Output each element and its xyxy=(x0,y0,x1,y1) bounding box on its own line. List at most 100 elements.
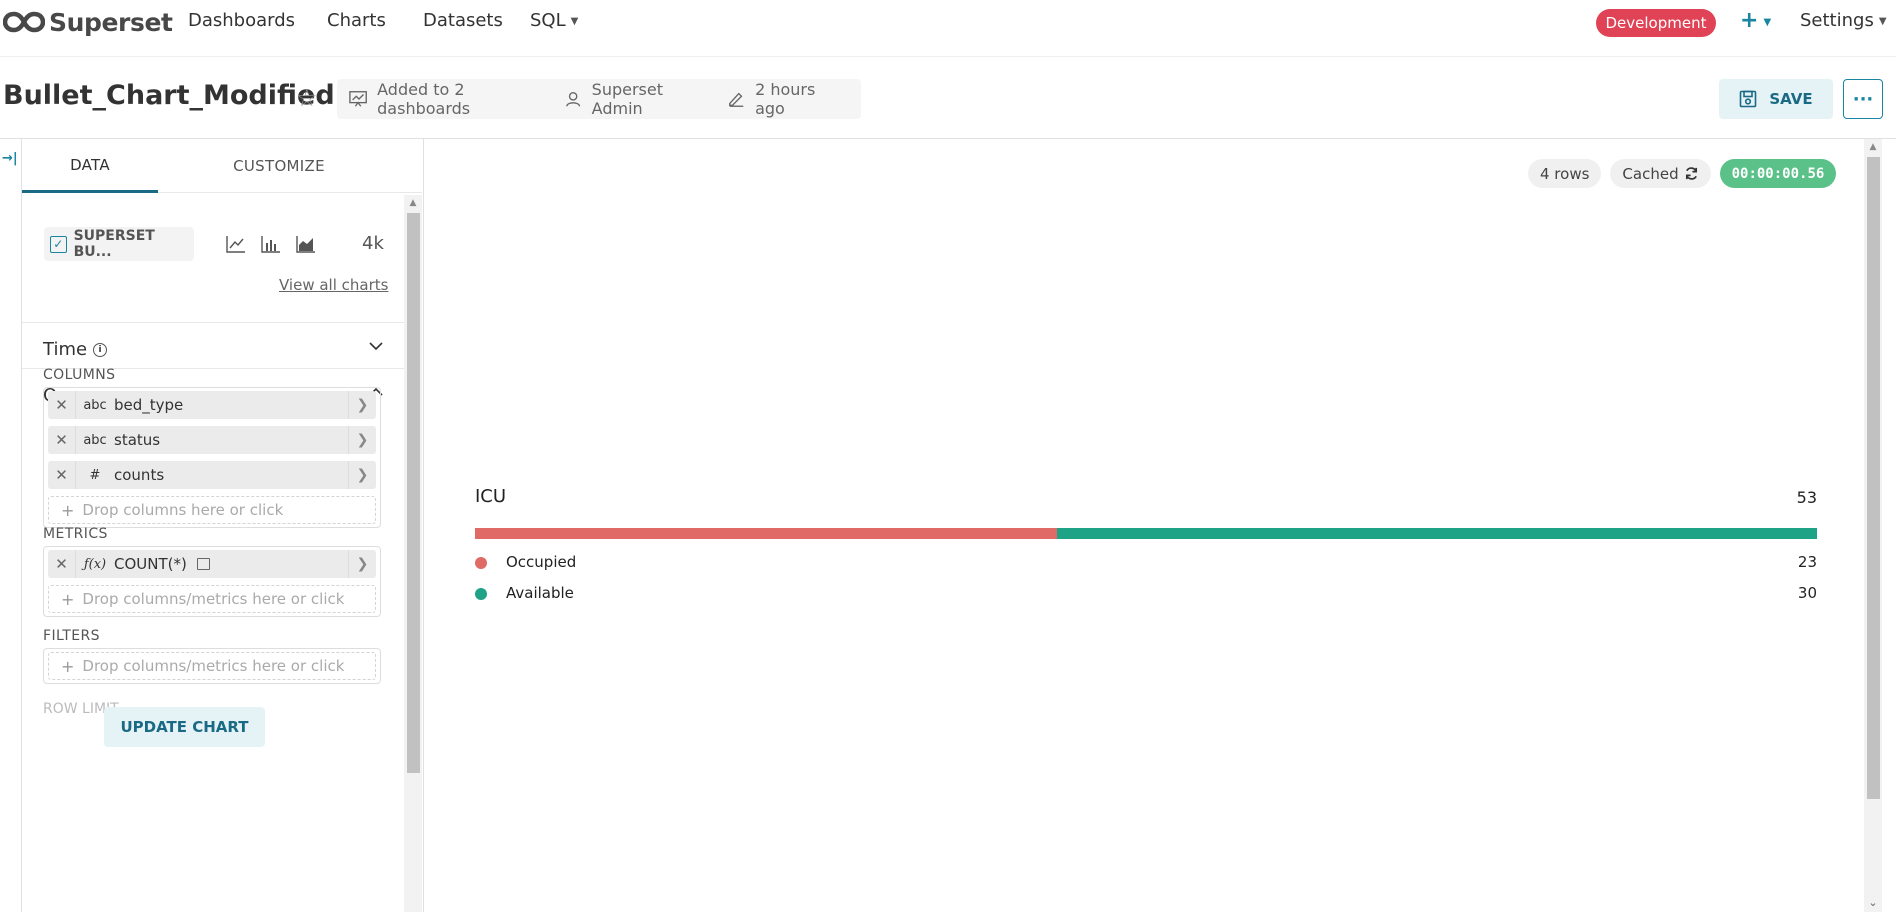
close-icon[interactable]: ✕ xyxy=(48,550,76,578)
chart-scrollbar[interactable]: ▲ ⌄ xyxy=(1864,139,1882,912)
chevron-right-icon[interactable]: ❯ xyxy=(348,550,376,578)
columns-drop-text: Drop columns here or click xyxy=(82,501,284,519)
column-name: status xyxy=(114,431,161,449)
chevron-right-icon[interactable]: ❯ xyxy=(348,426,376,454)
filters-control: + Drop columns/metrics here or click xyxy=(43,648,381,684)
column-name: counts xyxy=(114,466,165,484)
nav-datasets[interactable]: Datasets xyxy=(423,10,503,31)
bar-segment-occupied[interactable] xyxy=(475,528,1058,539)
bullet-bar xyxy=(475,528,1817,539)
query-duration-badge: 00:00:00.56 xyxy=(1719,159,1837,188)
legend-value: 30 xyxy=(1797,584,1817,602)
save-button[interactable]: SAVE xyxy=(1719,79,1833,119)
filters-drop-text: Drop columns/metrics here or click xyxy=(82,657,345,675)
expand-icon[interactable]: →| xyxy=(2,151,18,166)
column-name: bed_type xyxy=(114,396,184,414)
legend-label: Occupied xyxy=(506,553,577,571)
close-icon[interactable]: ✕ xyxy=(48,391,76,419)
scroll-down-icon[interactable]: ⌄ xyxy=(1864,896,1882,912)
modified-meta: 2 hours ago xyxy=(727,80,841,118)
chart-container: 4 rows Cached 00:00:00.56 ▲ ⌄ ICU 53 Occ… xyxy=(424,139,1896,912)
settings-label: Settings xyxy=(1800,10,1874,31)
column-type-icon: # xyxy=(89,467,101,483)
datasource-panel-collapsed: →| xyxy=(0,139,22,912)
bullet-title: ICU xyxy=(475,486,507,507)
bullet-total: 53 xyxy=(1796,488,1817,507)
metrics-control: ✕ ƒ(x) COUNT(*) ❯ + Drop columns/metrics … xyxy=(43,546,381,617)
metric-pill[interactable]: ✕ ƒ(x) COUNT(*) ❯ xyxy=(48,550,376,578)
scrollbar-thumb[interactable] xyxy=(1867,157,1880,799)
tab-data[interactable]: DATA xyxy=(22,139,158,193)
chart-title[interactable]: Bullet_Chart_Modified xyxy=(3,80,335,111)
modified-time: 2 hours ago xyxy=(755,80,816,118)
legend-dot xyxy=(475,557,487,569)
new-menu[interactable]: + ▼ xyxy=(1740,8,1771,33)
star-icon[interactable]: ☆ xyxy=(296,84,318,112)
cached-badge[interactable]: Cached xyxy=(1610,159,1711,188)
settings-menu[interactable]: Settings ▼ xyxy=(1800,10,1887,31)
save-label: SAVE xyxy=(1769,90,1813,108)
brand-name: Superset xyxy=(49,7,173,37)
plus-icon: + xyxy=(61,656,75,676)
line-chart-icon[interactable] xyxy=(226,235,246,253)
filters-label: FILTERS xyxy=(43,628,100,644)
tab-customize[interactable]: CUSTOMIZE xyxy=(204,139,354,193)
dashboards-meta[interactable]: Added to 2 dashboards xyxy=(349,80,545,118)
column-pill[interactable]: ✕ abc status ❯ xyxy=(48,426,376,454)
chevron-right-icon[interactable]: ❯ xyxy=(348,391,376,419)
selected-viz-chip[interactable]: ✓ SUPERSET BU... xyxy=(44,227,194,261)
query-status-badges: 4 rows Cached 00:00:00.56 xyxy=(1528,159,1837,188)
close-icon[interactable]: ✕ xyxy=(48,426,76,454)
chart-metadata: Added to 2 dashboards Superset Admin 2 h… xyxy=(337,79,861,119)
legend-value: 23 xyxy=(1797,553,1817,571)
viz-count: 4k xyxy=(362,233,384,254)
column-type-icon: abc xyxy=(83,397,107,413)
bar-segment-available[interactable] xyxy=(1057,528,1817,539)
scroll-up-icon[interactable]: ▲ xyxy=(404,195,422,211)
user-icon xyxy=(566,91,581,107)
info-icon[interactable]: i xyxy=(93,342,108,357)
legend-label: Available xyxy=(506,584,574,602)
legend-dot xyxy=(475,588,487,600)
time-section-title: Time xyxy=(43,339,88,360)
columns-drop-zone[interactable]: + Drop columns here or click xyxy=(48,496,376,524)
check-icon: ✓ xyxy=(50,235,67,253)
plus-icon: + xyxy=(61,589,75,609)
superset-logo[interactable]: Superset xyxy=(3,7,173,37)
scroll-up-icon[interactable]: ▲ xyxy=(1864,139,1882,155)
area-chart-icon[interactable] xyxy=(296,235,316,253)
nav-dashboards[interactable]: Dashboards xyxy=(188,10,295,31)
cached-label: Cached xyxy=(1622,164,1679,183)
chevron-down-icon: ▼ xyxy=(1763,17,1772,28)
filters-drop-zone[interactable]: + Drop columns/metrics here or click xyxy=(48,652,376,680)
more-options-button[interactable]: ··· xyxy=(1843,79,1883,119)
superset-logo-icon xyxy=(3,11,45,33)
legend-item-occupied: Occupied 23 xyxy=(475,552,1817,574)
chart-header: Bullet_Chart_Modified ☆ Added to 2 dashb… xyxy=(0,57,1896,139)
nav-sql[interactable]: SQL ▼ xyxy=(530,10,578,31)
metrics-drop-zone[interactable]: + Drop columns/metrics here or click xyxy=(48,585,376,613)
owner-name: Superset Admin xyxy=(591,80,663,118)
chevron-right-icon[interactable]: ❯ xyxy=(348,461,376,489)
view-all-charts-link[interactable]: View all charts xyxy=(279,276,388,294)
columns-label: COLUMNS xyxy=(43,367,116,383)
dashboard-icon xyxy=(349,91,367,107)
columns-control: ✕ abc bed_type ❯ ✕ abc status ❯ ✕ # coun… xyxy=(43,387,381,528)
column-pill[interactable]: ✕ # counts ❯ xyxy=(48,461,376,489)
top-navbar: Superset Dashboards Charts Datasets SQL ▼… xyxy=(0,0,1896,57)
metric-name: COUNT(*) xyxy=(114,555,187,573)
scrollbar-thumb[interactable] xyxy=(407,213,420,773)
column-pill[interactable]: ✕ abc bed_type ❯ xyxy=(48,391,376,419)
control-panel-scrollbar[interactable]: ▲ xyxy=(404,195,422,912)
owner-meta: Superset Admin xyxy=(565,80,707,118)
plus-icon: + xyxy=(1740,8,1759,33)
calculator-icon xyxy=(196,558,210,570)
column-type-icon: abc xyxy=(83,432,107,448)
bar-chart-icon[interactable] xyxy=(261,235,281,253)
nav-charts[interactable]: Charts xyxy=(327,10,386,31)
function-icon: ƒ(x) xyxy=(83,556,107,572)
metrics-drop-text: Drop columns/metrics here or click xyxy=(82,590,345,608)
refresh-icon[interactable] xyxy=(1684,166,1699,181)
update-chart-button[interactable]: UPDATE CHART xyxy=(104,707,265,747)
close-icon[interactable]: ✕ xyxy=(48,461,76,489)
